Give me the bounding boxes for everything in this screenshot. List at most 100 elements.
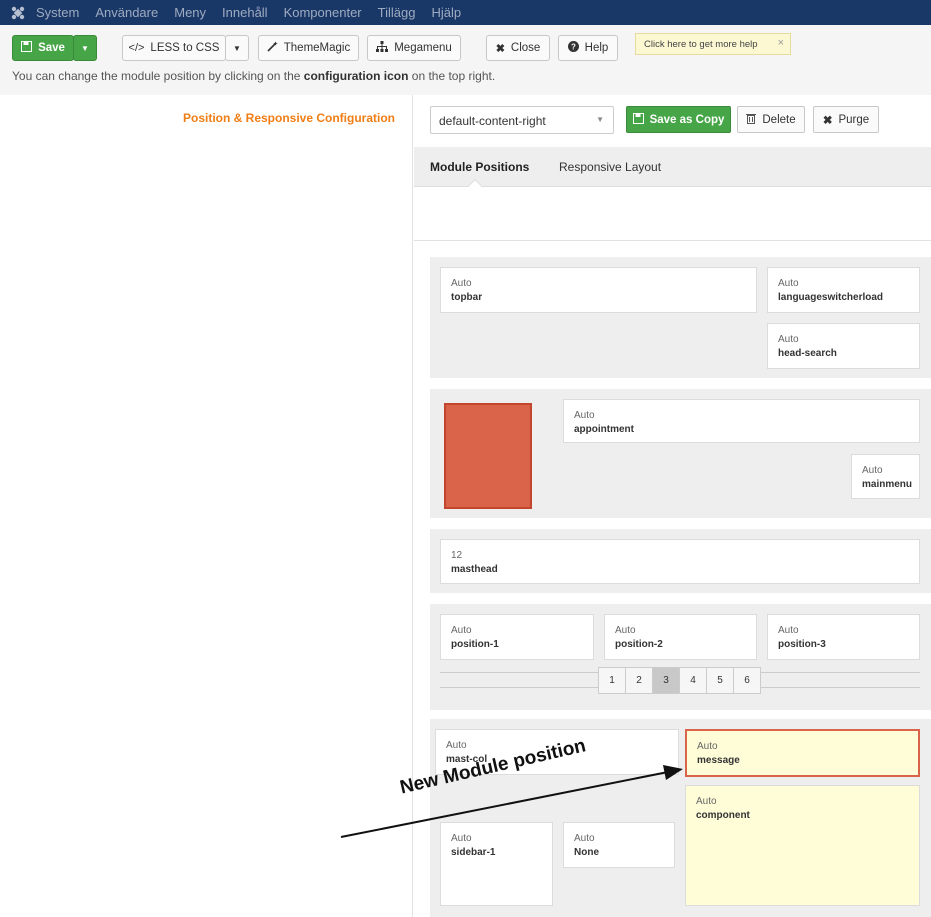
layout-row: Auto appointment Auto mainmenu [430,389,931,518]
layout-select-value: default-content-right [439,114,546,128]
position-width: Auto [451,625,472,636]
save-button[interactable]: Save [12,35,74,61]
info-text-after: on the top right. [408,69,496,83]
save-as-copy-button[interactable]: Save as Copy [626,106,731,133]
purge-label: Purge [838,113,870,126]
svg-text:?: ? [571,43,576,52]
layout-row: 12 masthead [430,529,931,593]
menu-system[interactable]: System [36,5,79,20]
position-width: Auto [574,410,595,421]
layout-row: Auto mast-col Auto message Auto componen… [430,719,931,917]
caret-down-icon: ▼ [233,43,241,53]
position-width: Auto [778,334,799,345]
less-dropdown-toggle[interactable]: ▼ [225,35,249,61]
column-option[interactable]: 2 [625,667,653,694]
module-position-none[interactable]: Auto None [563,822,675,868]
menu-menus[interactable]: Meny [174,5,206,20]
position-name: position-3 [778,639,826,650]
module-position-languageswitcherload[interactable]: Auto languageswitcherload [767,267,920,313]
megamenu-button[interactable]: Megamenu [367,35,461,61]
save-dropdown-toggle[interactable]: ▼ [73,35,97,61]
position-width: Auto [451,278,472,289]
module-position-position-2[interactable]: Auto position-2 [604,614,757,660]
trash-icon [746,113,757,127]
divider [414,240,931,241]
position-name: sidebar-1 [451,847,496,858]
info-message: You can change the module position by cl… [0,68,931,95]
position-name: topbar [451,292,483,303]
purge-button[interactable]: ✖ Purge [813,106,879,133]
tooltip-close-icon[interactable]: × [778,37,784,49]
save-as-copy-label: Save as Copy [649,113,725,126]
tab-bar: Module Positions Responsive Layout [414,147,931,194]
help-tooltip[interactable]: Click here to get more help × [635,33,791,55]
thememagic-button[interactable]: ThemeMagic [258,35,359,61]
column-option[interactable]: 4 [679,667,707,694]
less-label: LESS to CSS [150,42,220,54]
position-name: mainmenu [862,479,913,490]
magic-wand-icon [267,41,278,55]
close-button[interactable]: ✖ Close [486,35,550,61]
column-option[interactable]: 5 [706,667,734,694]
menu-users[interactable]: Användare [95,5,158,20]
layout-row: Auto position-1 Auto position-2 Auto pos… [430,604,931,710]
help-tooltip-text: Click here to get more help [644,38,758,50]
close-icon: ✖ [495,42,505,55]
module-position-message[interactable]: Auto message [685,729,920,777]
active-tab-indicator [467,178,483,194]
position-name: appointment [574,424,634,435]
less-to-css-button[interactable]: </> LESS to CSS [122,35,226,61]
layout-row: Auto topbar Auto languageswitcherload Au… [430,257,931,378]
info-text-before: You can change the module position by cl… [12,69,304,83]
module-position-position-1[interactable]: Auto position-1 [440,614,594,660]
megamenu-label: Megamenu [394,42,452,54]
help-button[interactable]: ? Help [558,35,618,61]
module-position-head-search[interactable]: Auto head-search [767,323,920,369]
question-circle-icon: ? [567,41,579,55]
save-label: Save [38,42,65,54]
position-width: Auto [862,465,883,476]
delete-button[interactable]: Delete [737,106,805,133]
module-position-appointment[interactable]: Auto appointment [563,399,920,443]
save-icon [632,112,644,127]
menu-extensions[interactable]: Tillägg [378,5,416,20]
position-name: masthead [451,564,498,575]
position-width: Auto [574,833,595,844]
column-option[interactable]: 6 [733,667,761,694]
thememagic-label: ThemeMagic [283,42,351,54]
position-name: message [697,755,740,766]
module-position-topbar[interactable]: Auto topbar [440,267,757,313]
menu-components[interactable]: Komponenter [284,5,362,20]
logo-block[interactable] [444,403,532,509]
position-width: Auto [778,625,799,636]
top-nav: System Användare Meny Innehåll Komponent… [0,0,931,25]
section-title[interactable]: Position & Responsive Configuration [183,111,395,125]
module-position-masthead[interactable]: 12 masthead [440,539,920,584]
joomla-logo-icon[interactable] [0,0,36,25]
close-icon: ✖ [822,114,833,127]
delete-label: Delete [762,113,796,126]
menu-help[interactable]: Hjälp [431,5,461,20]
caret-down-icon: ▼ [81,43,89,53]
column-option-active[interactable]: 3 [652,667,680,694]
left-sidebar: Position & Responsive Configuration [0,95,413,917]
column-option[interactable]: 1 [598,667,626,694]
position-name: None [574,847,599,858]
tab-module-positions[interactable]: Module Positions [430,160,529,174]
position-name: head-search [778,348,837,359]
menu-content[interactable]: Innehåll [222,5,268,20]
position-width: Auto [696,796,717,807]
help-label: Help [584,42,609,54]
module-position-sidebar-1[interactable]: Auto sidebar-1 [440,822,553,906]
layout-select[interactable]: default-content-right ▼ [430,106,614,134]
position-width: Auto [778,278,799,289]
tab-responsive-layout[interactable]: Responsive Layout [559,160,661,174]
close-label: Close [510,42,541,54]
module-position-mainmenu[interactable]: Auto mainmenu [851,454,920,499]
position-width: 12 [451,550,463,561]
position-width: Auto [615,625,636,636]
position-name: position-2 [615,639,663,650]
module-position-position-3[interactable]: Auto position-3 [767,614,920,660]
layout-editor: default-content-right ▼ Save as Copy Del… [414,95,931,917]
module-position-component[interactable]: Auto component [685,785,920,906]
